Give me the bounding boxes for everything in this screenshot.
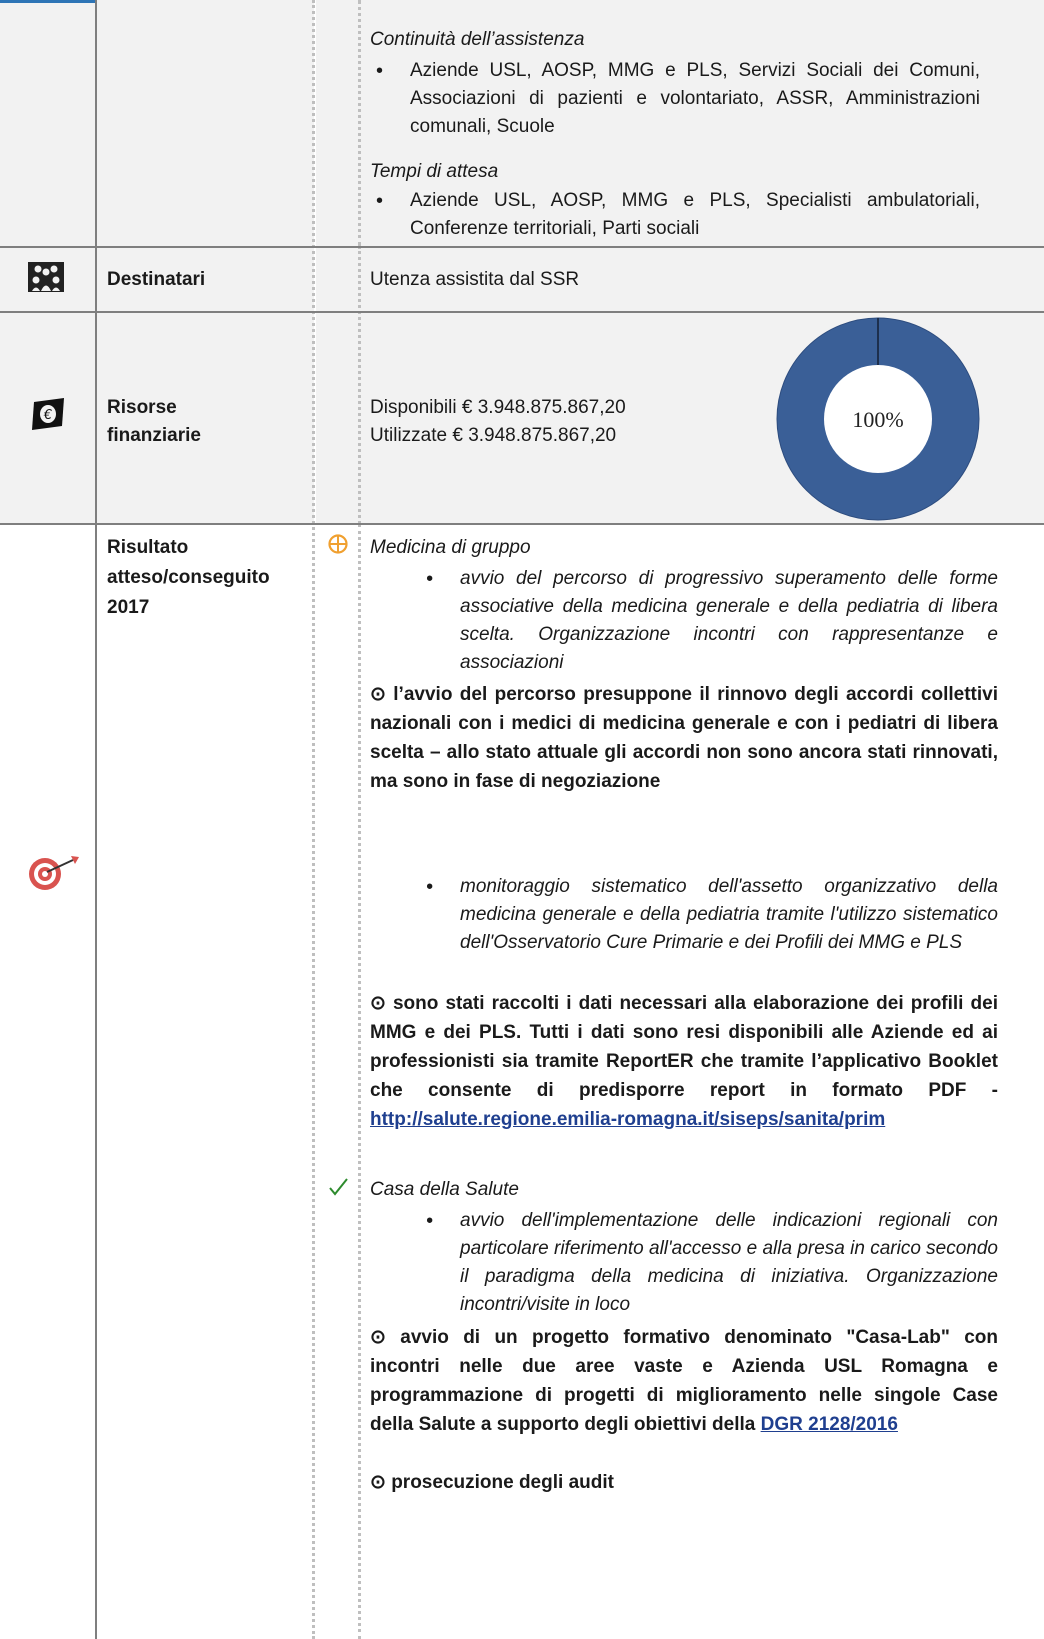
medicina-list-1: avvio del percorso di progressivo supera… xyxy=(420,565,998,677)
tempi-list: Aziende USL, AOSP, MMG e PLS, Specialist… xyxy=(370,187,980,243)
casa-result-1: ⊙ avvio di un progetto formativo denomin… xyxy=(370,1323,998,1439)
casa-result-2: ⊙ prosecuzione degli audit xyxy=(370,1472,614,1493)
row-divider-1 xyxy=(0,246,1044,248)
list-item: Aziende USL, AOSP, MMG e PLS, Servizi So… xyxy=(370,57,980,141)
risultato-label-3: 2017 xyxy=(107,597,150,618)
destinatari-label: Destinatari xyxy=(107,269,206,290)
tempi-heading: Tempi di attesa xyxy=(370,161,499,182)
dgr-link[interactable]: DGR 2128/2016 xyxy=(761,1414,898,1435)
continuita-heading: Continuità dell’assistenza xyxy=(370,29,585,50)
in-progress-icon xyxy=(327,533,349,560)
donut-percent-label: 100% xyxy=(852,407,903,432)
continuita-list: Aziende USL, AOSP, MMG e PLS, Servizi So… xyxy=(370,57,980,141)
risorse-label-2: finanziarie xyxy=(107,425,201,446)
list-item: avvio dell'implementazione delle indicaz… xyxy=(420,1207,998,1319)
risorse-utilizzate: Utilizzate € 3.948.875.867,20 xyxy=(370,425,617,446)
document-page: Continuità dell’assistenza Aziende USL, … xyxy=(0,0,1044,1639)
column-divider-3 xyxy=(358,524,361,1639)
risultato-label-1: Risultato xyxy=(107,537,189,558)
medicina-result-2-text: ⊙ sono stati raccolti i dati necessari a… xyxy=(370,993,998,1101)
casa-result-1-text: ⊙ avvio di un progetto formativo denomin… xyxy=(370,1327,998,1435)
medicina-list-2: monitoraggio sistematico dell'assetto or… xyxy=(420,873,998,957)
budget-donut-chart: 100% xyxy=(770,311,990,526)
list-item: avvio del percorso di progressivo supera… xyxy=(420,565,998,677)
medicina-result-1: ⊙ l’avvio del percorso presuppone il rin… xyxy=(370,684,998,792)
medicina-result-2: ⊙ sono stati raccolti i dati necessari a… xyxy=(370,989,998,1134)
checkmark-icon xyxy=(327,1176,349,1203)
column-divider-3b xyxy=(358,246,361,524)
casa-heading: Casa della Salute xyxy=(370,1179,519,1200)
euro-note-icon: € xyxy=(30,398,66,435)
risultato-label-2: atteso/conseguito xyxy=(107,567,270,588)
people-group-icon xyxy=(28,262,64,297)
destinatari-value: Utenza assistita dal SSR xyxy=(370,269,580,290)
list-item: monitoraggio sistematico dell'assetto or… xyxy=(420,873,998,957)
column-divider-3a xyxy=(358,0,361,246)
list-item: Aziende USL, AOSP, MMG e PLS, Specialist… xyxy=(370,187,980,243)
medicina-heading: Medicina di gruppo xyxy=(370,537,531,558)
casa-list-1: avvio dell'implementazione delle indicaz… xyxy=(420,1207,998,1319)
siseps-link[interactable]: http://salute.regione.emilia-romagna.it/… xyxy=(370,1109,885,1130)
top-accent-line xyxy=(0,0,96,3)
svg-text:€: € xyxy=(43,408,52,423)
risorse-label-1: Risorse xyxy=(107,397,177,418)
target-dart-icon xyxy=(25,852,83,899)
risorse-disponibili: Disponibili € 3.948.875.867,20 xyxy=(370,397,626,418)
